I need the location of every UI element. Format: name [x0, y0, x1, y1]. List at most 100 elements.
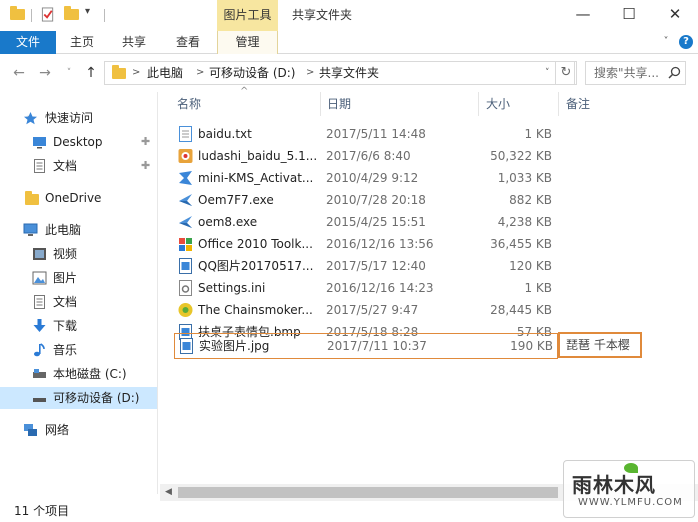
file-date: 2016/12/16 13:56 — [326, 237, 434, 251]
tab-home[interactable]: 主页 — [60, 31, 104, 54]
image-file-icon — [179, 258, 192, 274]
search-input[interactable] — [586, 62, 668, 84]
sidebar-item-label: 文档 — [53, 159, 78, 173]
breadcrumb-this-pc[interactable]: 此电脑 — [147, 62, 183, 84]
breadcrumb-shared-folder[interactable]: 共享文件夹 — [319, 62, 379, 84]
file-date: 2017/6/6 8:40 — [326, 149, 411, 163]
sidebar-item-this-pc[interactable]: 此电脑 — [0, 219, 157, 241]
remark-cell[interactable]: 琵琶 千本樱 — [558, 332, 642, 358]
address-bar[interactable]: > 此电脑 > 可移动设备 (D:) > 共享文件夹 ˅ — [104, 61, 575, 85]
pin-icon[interactable]: ✚ — [141, 155, 150, 177]
file-name: ludashi_baidu_5.1... — [198, 149, 318, 163]
sidebar-item-label: 下载 — [53, 319, 78, 333]
file-row[interactable]: oem8.exe 2015/4/25 15:51 4,238 KB — [174, 211, 624, 233]
folder-icon[interactable] — [10, 6, 25, 20]
sidebar-item-label: 本地磁盘 (C:) — [53, 367, 127, 381]
file-row[interactable]: QQ图片20170517... 2017/5/17 12:40 120 KB — [174, 255, 624, 277]
scroll-left-icon[interactable]: ◀ — [160, 484, 177, 501]
file-size: 1,033 KB — [497, 171, 552, 185]
file-size: 190 KB — [510, 339, 553, 353]
pin-icon[interactable]: ✚ — [141, 131, 150, 153]
item-count: 11 个项目 — [14, 504, 70, 518]
sidebar-item-documents[interactable]: 文档 — [0, 291, 157, 313]
media-file-icon — [178, 303, 193, 317]
chevron-right-icon: > — [306, 67, 315, 78]
address-dropdown-icon[interactable]: ˅ — [545, 62, 550, 84]
maximize-button[interactable]: ☐ — [606, 0, 652, 31]
new-folder-icon[interactable] — [64, 6, 79, 20]
sidebar-item-label: 此电脑 — [45, 223, 82, 237]
title-bar: ▾ 图片工具 共享文件夹 — ☐ ✕ — [0, 0, 698, 31]
file-row[interactable]: The Chainsmoker... 2017/5/27 9:47 28,445… — [174, 299, 624, 321]
file-name: 实验图片.jpg — [199, 339, 270, 353]
file-row[interactable]: mini-KMS_Activat... 2010/4/29 9:12 1,033… — [174, 167, 624, 189]
qat-dropdown-icon[interactable]: ▾ — [85, 6, 90, 17]
column-header-remark[interactable]: 备注 — [566, 92, 590, 116]
qat-divider — [31, 9, 32, 22]
close-button[interactable]: ✕ — [652, 0, 698, 31]
search-box[interactable] — [585, 61, 686, 85]
file-row[interactable]: Office 2010 Toolk... 2016/12/16 13:56 36… — [174, 233, 624, 255]
forward-arrow-icon[interactable]: → — [36, 64, 54, 82]
sidebar-item-downloads[interactable]: 下载 — [0, 315, 157, 337]
sidebar-item-documents-pinned[interactable]: 文档 ✚ — [0, 155, 157, 177]
file-name: Settings.ini — [198, 281, 266, 295]
minimize-button[interactable]: — — [560, 0, 606, 31]
search-icon[interactable] — [668, 66, 681, 79]
column-divider[interactable] — [320, 92, 321, 116]
file-row[interactable]: baidu.txt 2017/5/11 14:48 1 KB — [174, 123, 624, 145]
file-size: 882 KB — [509, 193, 552, 207]
column-divider[interactable] — [558, 92, 559, 116]
tab-view[interactable]: 查看 — [166, 31, 210, 54]
sidebar-item-desktop[interactable]: Desktop ✚ — [0, 131, 157, 153]
document-icon — [34, 159, 45, 173]
sidebar-item-local-disk[interactable]: 本地磁盘 (C:) — [0, 363, 157, 385]
picture-icon — [32, 271, 47, 285]
sidebar-item-music[interactable]: 音乐 — [0, 339, 157, 361]
file-row[interactable]: Oem7F7.exe 2010/7/28 20:18 882 KB — [174, 189, 624, 211]
help-icon[interactable]: ? — [679, 35, 693, 49]
ini-file-icon — [179, 280, 192, 296]
file-name: The Chainsmoker... — [198, 303, 313, 317]
music-icon — [34, 343, 45, 357]
sidebar-item-label: 音乐 — [53, 343, 78, 357]
tab-file[interactable]: 文件 — [0, 31, 56, 54]
file-name: mini-KMS_Activat... — [198, 171, 314, 185]
column-header-size[interactable]: 大小 — [486, 92, 510, 116]
file-row[interactable]: ludashi_baidu_5.1... 2017/6/6 8:40 50,32… — [174, 145, 624, 167]
drive-icon — [33, 369, 46, 378]
removable-drive-icon — [33, 398, 46, 402]
column-header-name[interactable]: 名称 — [177, 92, 201, 116]
watermark-title: 雨林木风 — [572, 473, 656, 497]
folder-icon — [112, 65, 126, 79]
refresh-button[interactable]: ↻ — [555, 61, 577, 85]
recent-locations-icon[interactable]: ˅ — [60, 64, 78, 82]
ribbon-collapse-icon[interactable]: ˅ — [659, 35, 673, 49]
file-size: 50,322 KB — [490, 149, 552, 163]
file-row[interactable]: Settings.ini 2016/12/16 14:23 1 KB — [174, 277, 624, 299]
file-date: 2016/12/16 14:23 — [326, 281, 434, 295]
column-divider[interactable] — [478, 92, 479, 116]
sidebar-item-network[interactable]: 网络 — [0, 419, 157, 441]
sidebar-item-quick-access[interactable]: › 快速访问 — [0, 107, 157, 129]
pane-divider[interactable] — [157, 92, 158, 494]
sidebar-item-onedrive[interactable]: OneDrive — [0, 187, 157, 209]
file-name: QQ图片20170517... — [198, 259, 314, 273]
back-arrow-icon[interactable]: ← — [10, 64, 28, 82]
breadcrumb-removable-drive[interactable]: 可移动设备 (D:) — [209, 62, 295, 84]
column-header-date[interactable]: 日期 — [327, 92, 351, 116]
scrollbar-thumb[interactable] — [178, 487, 558, 498]
sidebar-item-videos[interactable]: 视频 — [0, 243, 157, 265]
network-icon — [24, 424, 37, 436]
properties-icon[interactable] — [40, 7, 56, 22]
tab-manage[interactable]: 管理 — [217, 31, 278, 54]
sidebar-item-pictures[interactable]: 图片 — [0, 267, 157, 289]
watermark-url: WWW.YLMFU.COM — [578, 497, 683, 508]
sidebar-item-label: Desktop — [53, 135, 103, 149]
up-arrow-icon[interactable]: ↑ — [82, 64, 100, 82]
tab-share[interactable]: 共享 — [112, 31, 156, 54]
chevron-right-icon: > — [132, 67, 141, 78]
file-row-selected[interactable]: 实验图片.jpg 2017/7/11 10:37 190 KB — [174, 333, 558, 359]
sidebar-item-label: 图片 — [53, 271, 78, 285]
sidebar-item-removable-drive[interactable]: 可移动设备 (D:) — [0, 387, 157, 409]
